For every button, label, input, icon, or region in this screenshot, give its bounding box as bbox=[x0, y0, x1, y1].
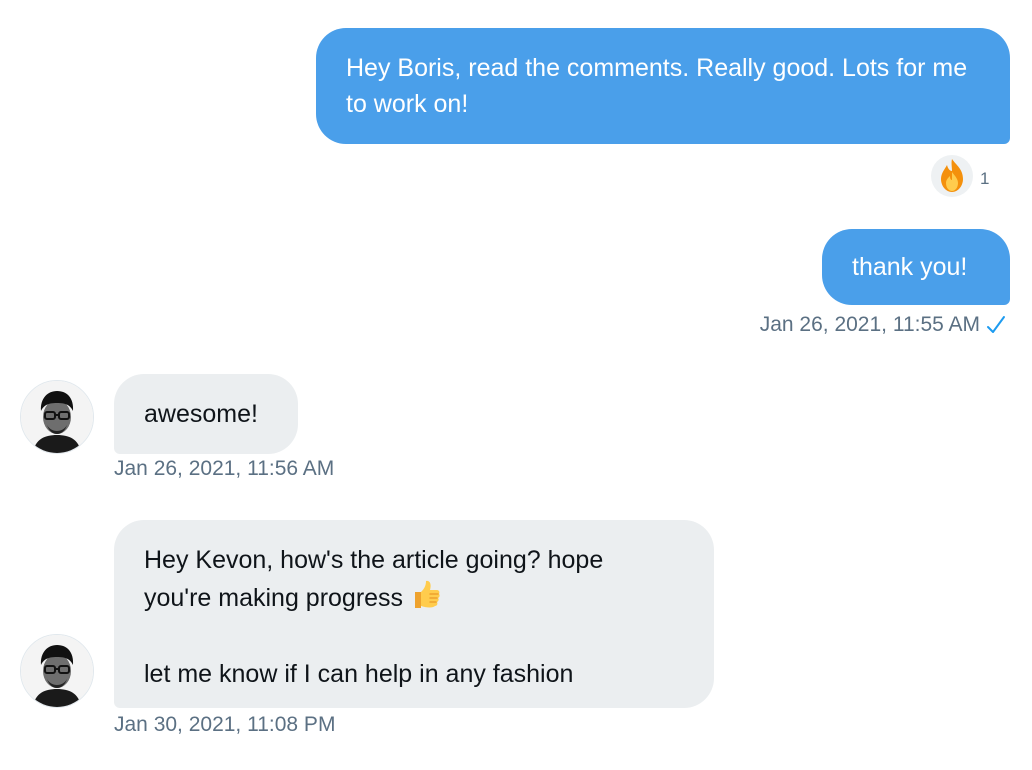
message-text-line: let me know if I can help in any fashion bbox=[144, 660, 574, 688]
message-reaction[interactable]: 1 bbox=[930, 154, 989, 203]
message-text: Hey Boris, read the comments. Really goo… bbox=[346, 54, 968, 118]
message-text: awesome! bbox=[144, 400, 258, 428]
reaction-count: 1 bbox=[980, 168, 990, 188]
thumbs-up-icon bbox=[409, 578, 443, 622]
message-text-line: Hey Kevon, how's the article going? hope bbox=[144, 546, 604, 574]
incoming-message-bubble[interactable]: Hey Kevon, how's the article going? hope… bbox=[114, 520, 714, 708]
message-timestamp: Jan 26, 2021, 11:56 AM bbox=[114, 457, 335, 480]
avatar[interactable] bbox=[20, 380, 94, 454]
message-timestamp: Jan 30, 2021, 11:08 PM bbox=[114, 713, 336, 736]
message-timestamp: Jan 26, 2021, 11:55 AM bbox=[759, 313, 980, 336]
outgoing-message-bubble[interactable]: thank you! bbox=[822, 229, 1010, 305]
outgoing-message-bubble[interactable]: Hey Boris, read the comments. Really goo… bbox=[316, 28, 1010, 144]
fire-icon bbox=[930, 154, 974, 203]
incoming-message-bubble[interactable]: awesome! bbox=[114, 374, 298, 454]
check-icon bbox=[986, 314, 1006, 341]
avatar[interactable] bbox=[20, 634, 94, 708]
message-text: thank you! bbox=[852, 253, 968, 281]
message-text-line: you're making progress bbox=[144, 578, 684, 622]
